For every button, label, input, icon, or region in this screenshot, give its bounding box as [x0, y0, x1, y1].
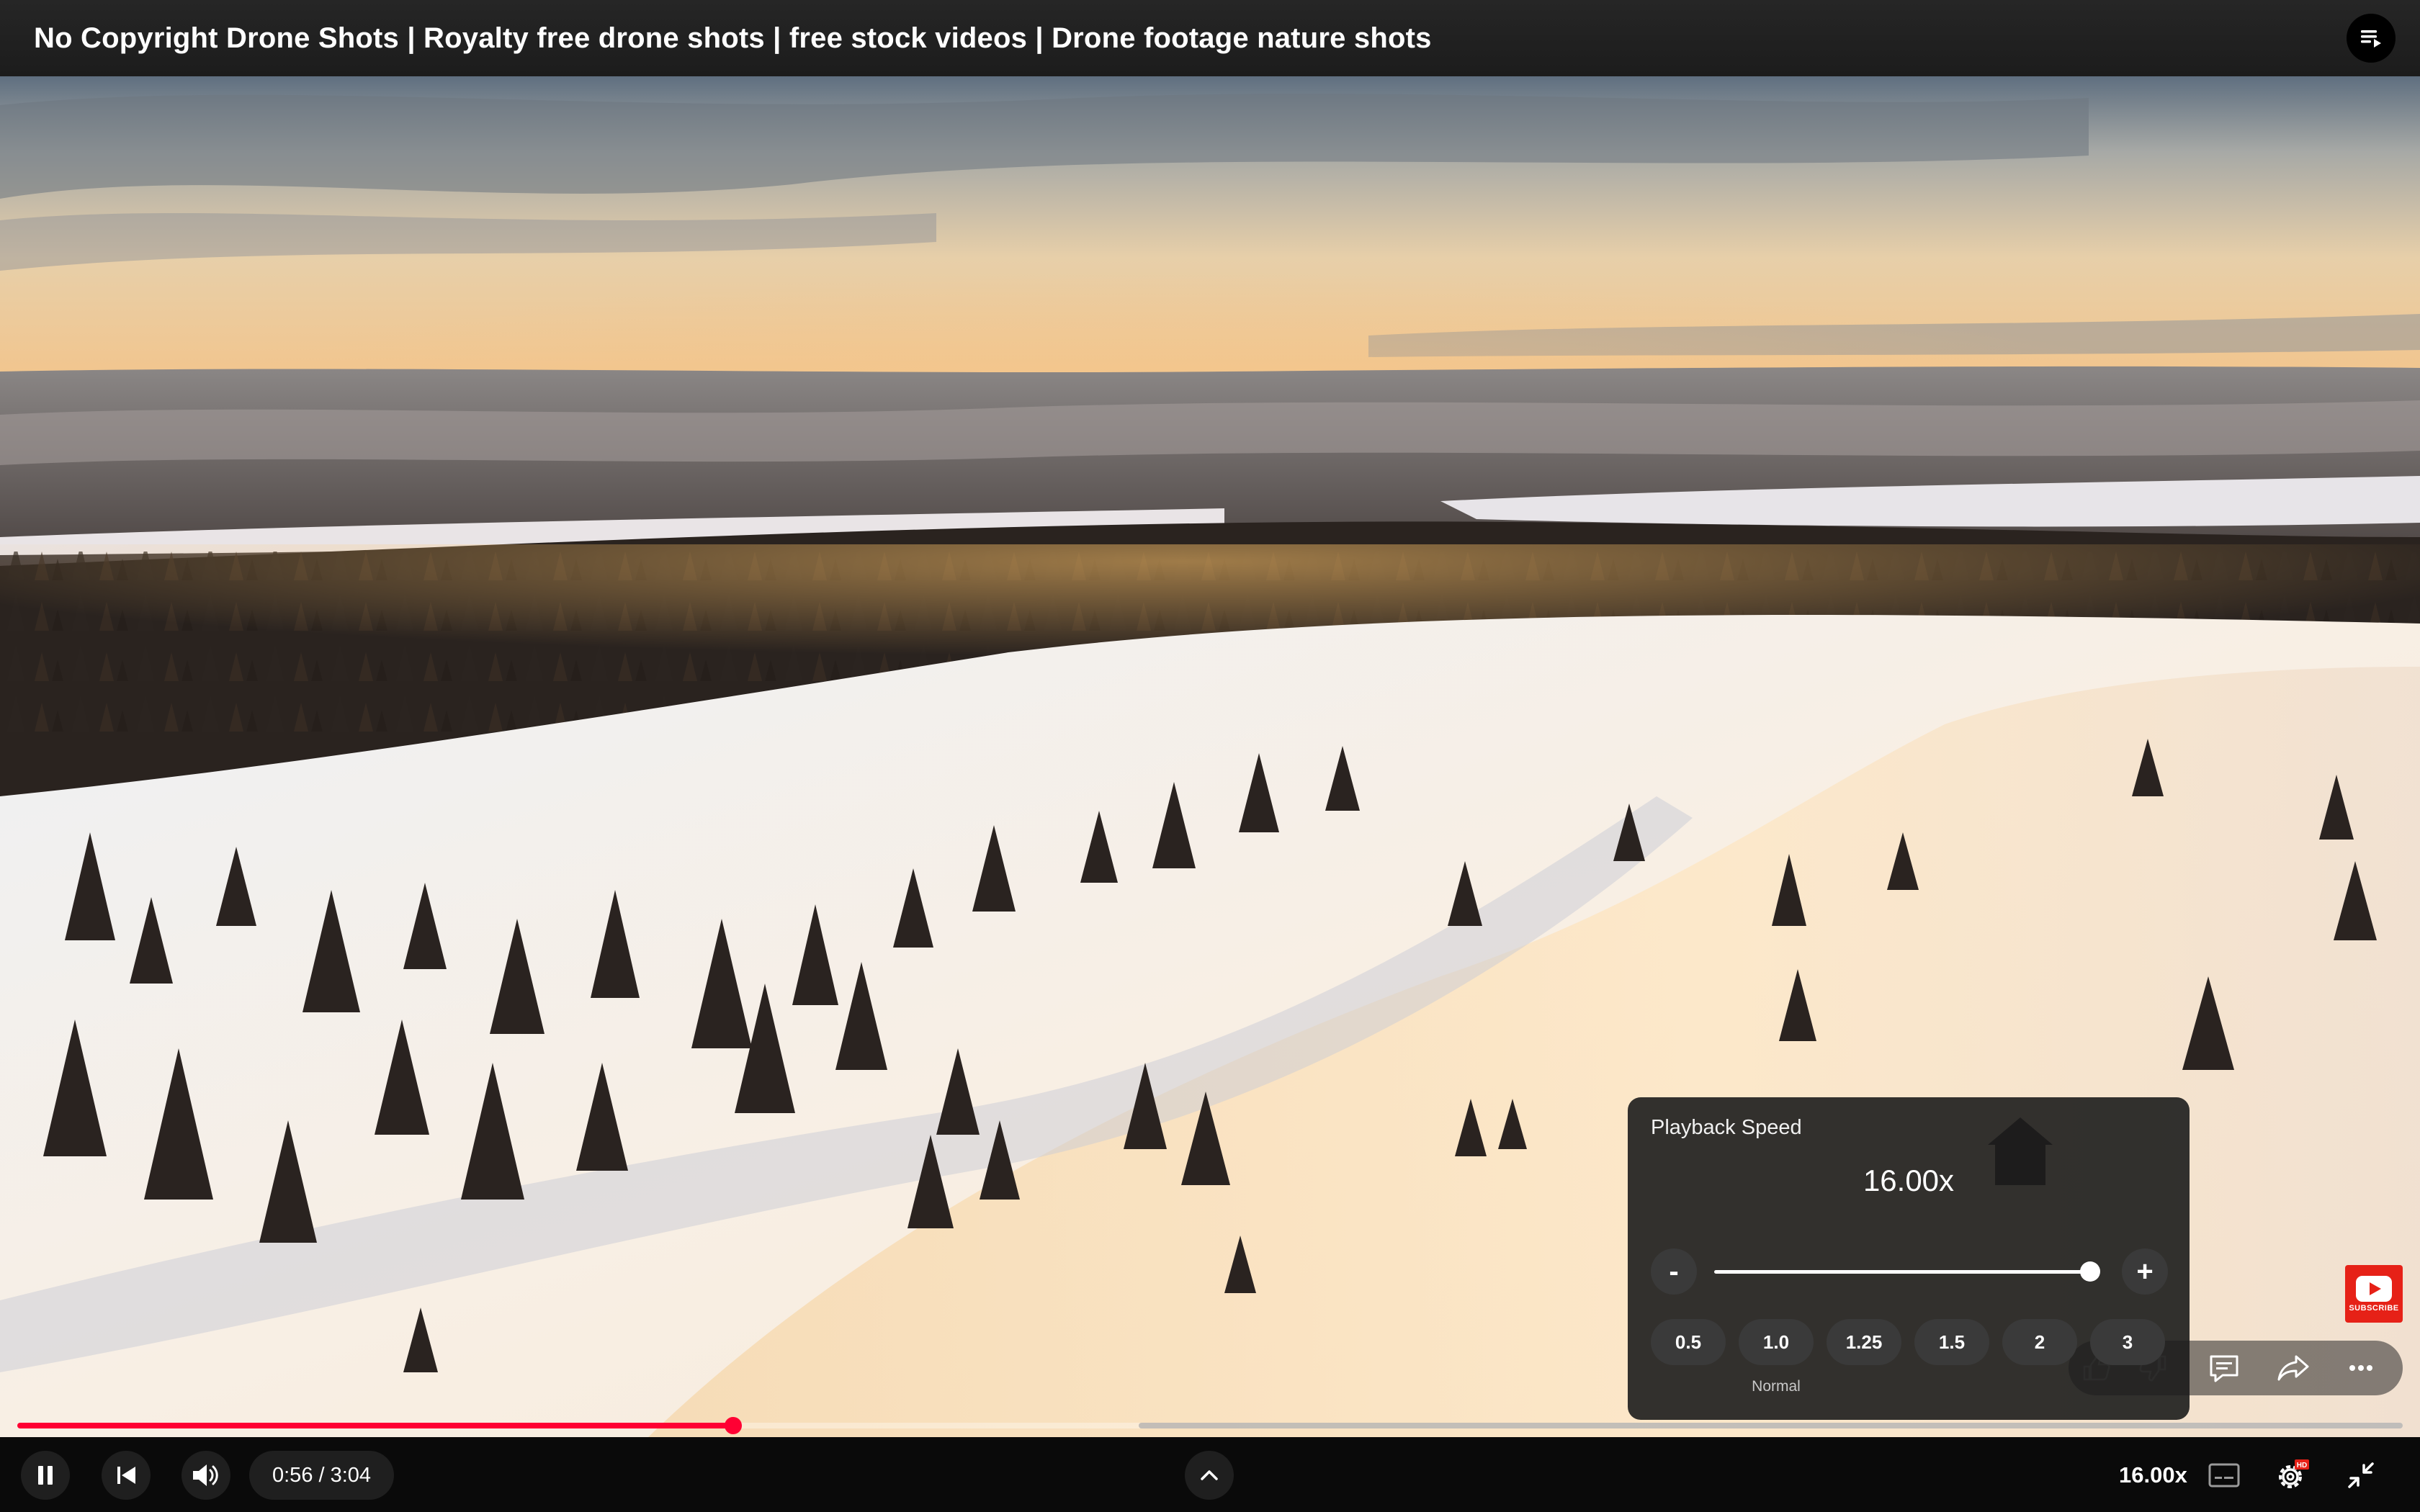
settings-icon: HD [2279, 1459, 2309, 1488]
share-button[interactable] [2270, 1345, 2316, 1391]
queue-button[interactable] [2347, 14, 2396, 63]
previous-button[interactable] [102, 1451, 151, 1500]
comment-icon [2210, 1355, 2238, 1382]
expand-up-button[interactable] [1185, 1451, 1234, 1500]
speed-preset-3[interactable]: 3 [2090, 1319, 2165, 1365]
pause-icon [38, 1466, 53, 1485]
video-title: No Copyright Drone Shots | Royalty free … [34, 22, 1432, 54]
speed-indicator[interactable]: 16.00x [2119, 1451, 2187, 1500]
time-display: 0:56 / 3:04 [249, 1451, 395, 1500]
progress-scrubber[interactable] [725, 1417, 742, 1434]
hd-badge: HD [2297, 1462, 2307, 1470]
pause-button[interactable] [21, 1451, 70, 1500]
exit-fullscreen-icon [2348, 1462, 2374, 1488]
buffered-range [1139, 1423, 2403, 1428]
playlist-icon [2361, 30, 2381, 48]
speed-preset-1.5[interactable]: 1.5 [1914, 1319, 1989, 1365]
subscribe-label: SUBSCRIBE [2349, 1304, 2399, 1313]
playback-speed-title: Playback Speed [1651, 1116, 1802, 1139]
playback-speed-value: 16.00x [1863, 1164, 1955, 1197]
chevron-up-icon [1201, 1470, 1218, 1480]
more-button[interactable] [2338, 1345, 2384, 1391]
speed-slider-thumb[interactable] [2080, 1261, 2100, 1282]
speed-increase-button[interactable]: + [2122, 1248, 2168, 1295]
control-bar: 0:56 / 3:04 16.00x HD [0, 1437, 2420, 1512]
settings-button[interactable]: HD [2270, 1454, 2313, 1497]
exit-fullscreen-button[interactable] [2339, 1454, 2383, 1497]
captions-button[interactable] [2202, 1454, 2246, 1497]
speed-preset-2[interactable]: 2 [2002, 1319, 2077, 1365]
speed-slider-track[interactable] [1714, 1270, 2090, 1274]
youtube-logo-icon [2356, 1276, 2392, 1302]
previous-icon [117, 1467, 135, 1484]
share-icon [2277, 1355, 2309, 1381]
subscribe-watermark[interactable]: SUBSCRIBE [2345, 1265, 2403, 1323]
speed-preset-0.5[interactable]: 0.5 [1651, 1319, 1726, 1365]
playback-speed-panel: Playback Speed 16.00x - + 0.5 1.0 1.25 1… [1628, 1097, 2190, 1420]
speed-preset-1.0[interactable]: 1.0 [1739, 1319, 1814, 1365]
volume-icon [193, 1464, 218, 1486]
volume-button[interactable] [182, 1451, 230, 1500]
comment-button[interactable] [2201, 1345, 2247, 1391]
title-bar: No Copyright Drone Shots | Royalty free … [0, 0, 2420, 78]
normal-speed-note: Normal [1752, 1378, 1801, 1395]
captions-icon [2208, 1463, 2240, 1488]
played-progress [17, 1423, 733, 1428]
more-icon [2349, 1365, 2372, 1371]
speed-decrease-button[interactable]: - [1651, 1248, 1697, 1295]
speed-preset-1.25[interactable]: 1.25 [1827, 1319, 1901, 1365]
